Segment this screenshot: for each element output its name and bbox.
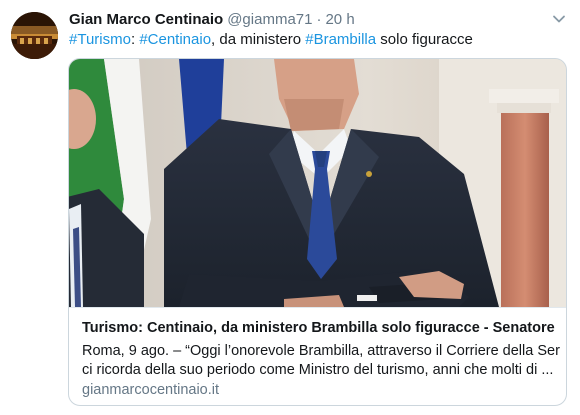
link-card[interactable]: Turismo: Centinaio, da ministero Brambil…: [68, 58, 567, 406]
card-photo: [69, 59, 566, 307]
card-body[interactable]: Turismo: Centinaio, da ministero Brambil…: [69, 307, 566, 405]
chevron-down-icon[interactable]: [552, 12, 566, 26]
author-name[interactable]: Gian Marco Centinaio: [69, 11, 223, 28]
tweet-text-end: solo figuracce: [376, 31, 473, 48]
card-image[interactable]: [69, 59, 566, 307]
hashtag-centinaio[interactable]: #Centinaio: [139, 31, 211, 48]
hashtag-brambilla[interactable]: #Brambilla: [305, 31, 376, 48]
tweet-text-middle: , da ministero: [211, 31, 306, 48]
tweet-header: Gian Marco Centinaio @giamma71 · 20 h: [69, 10, 355, 30]
tweet-timestamp[interactable]: 20 h: [325, 11, 354, 28]
card-description-line-2: ci ricorda della suo periodo come Minist…: [82, 362, 554, 378]
hashtag-turismo[interactable]: #Turismo: [69, 31, 131, 48]
separator-dot: ·: [316, 11, 322, 28]
card-description: Roma, 9 ago. – “Oggi l’onorevole Brambil…: [82, 342, 560, 380]
avatar[interactable]: [11, 12, 58, 59]
author-handle[interactable]: @giamma71: [227, 11, 312, 28]
avatar-image: [11, 12, 58, 59]
card-domain[interactable]: gianmarcocentinaio.it: [82, 381, 219, 399]
tweet-text: #Turismo: #Centinaio, da ministero #Bram…: [69, 30, 473, 50]
card-title[interactable]: Turismo: Centinaio, da ministero Brambil…: [82, 318, 558, 338]
tweet[interactable]: Gian Marco Centinaio @giamma71 · 20 h #Turi…: [0, 0, 580, 415]
card-description-line-1: Roma, 9 ago. – “Oggi l’onorevole Brambil…: [82, 343, 560, 359]
